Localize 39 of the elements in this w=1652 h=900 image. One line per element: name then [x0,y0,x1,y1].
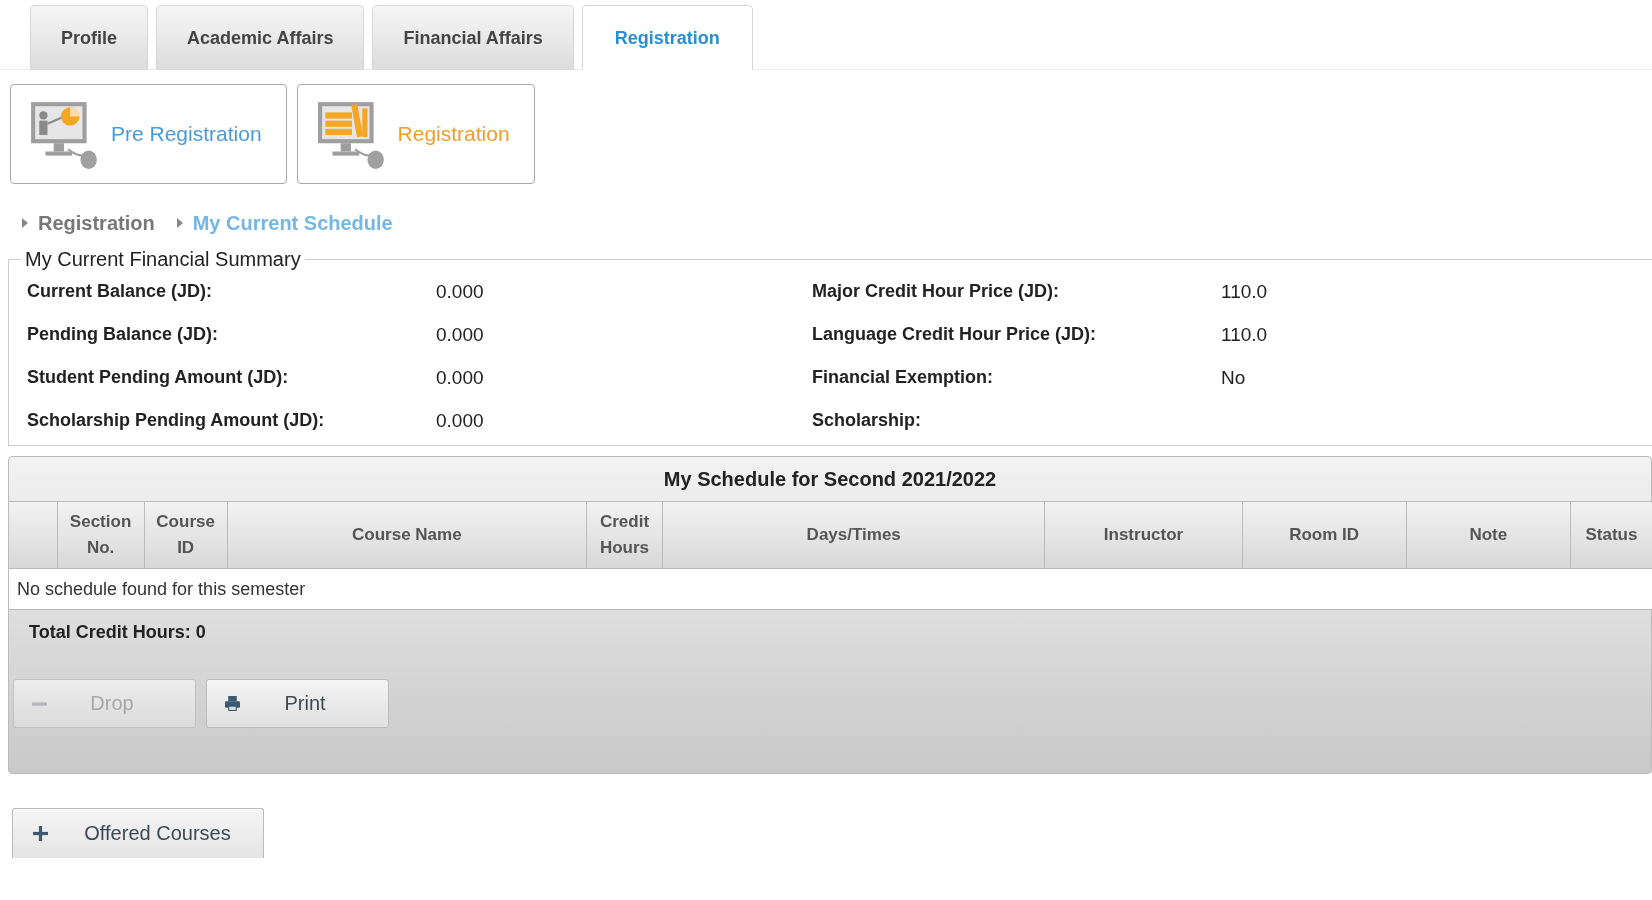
column-header: Course Name [227,502,587,569]
empty-message: No schedule found for this semester [9,568,1652,610]
field-label: Language Credit Hour Price (JD): [812,324,1098,345]
field-value: 0.000 [436,409,484,432]
print-button[interactable]: Print [206,679,389,728]
field-label: Student Pending Amount (JD): [27,367,290,388]
section-button[interactable]: Pre Registration [10,84,287,184]
summary-title: My Current Financial Summary [24,248,302,271]
tab[interactable]: Academic Affairs [156,5,365,70]
column-header: Course ID [144,502,228,569]
tab[interactable]: Registration [581,5,753,70]
plus-icon [33,826,48,841]
column-header: Status [1570,502,1652,569]
field-label: Scholarship: [812,410,923,431]
total-credit-hours: Total Credit Hours: 0 [28,621,207,644]
column-header: Note [1406,502,1571,569]
column-header: Instructor [1044,502,1243,569]
tab[interactable]: Financial Affairs [372,5,574,70]
caret-icon [176,218,183,228]
column-header: Days/Times [662,502,1045,569]
column-header: Section No. [57,502,145,569]
field-label: Financial Exemption: [812,367,995,388]
column-header: Room ID [1242,502,1407,569]
offered-courses-button[interactable]: Offered Courses [12,808,264,858]
field-value: No [1221,366,1246,389]
field-value: 0.000 [436,280,484,303]
printer-icon [225,696,240,711]
column-header: Credit Hours [586,502,663,569]
tab[interactable]: Profile [30,5,148,70]
breadcrumb-link[interactable]: Registration [38,211,155,235]
field-label: Current Balance (JD): [27,281,214,302]
field-value: 110.0 [1221,280,1268,303]
field-label: Scholarship Pending Amount (JD): [27,410,326,431]
caret-icon [22,218,28,228]
field-value: 0.000 [436,323,484,346]
field-label: Pending Balance (JD): [27,324,220,345]
field-label: Major Credit Hour Price (JD): [812,281,1061,302]
field-value: 110.0 [1221,323,1268,346]
field-value: 0.000 [436,366,484,389]
